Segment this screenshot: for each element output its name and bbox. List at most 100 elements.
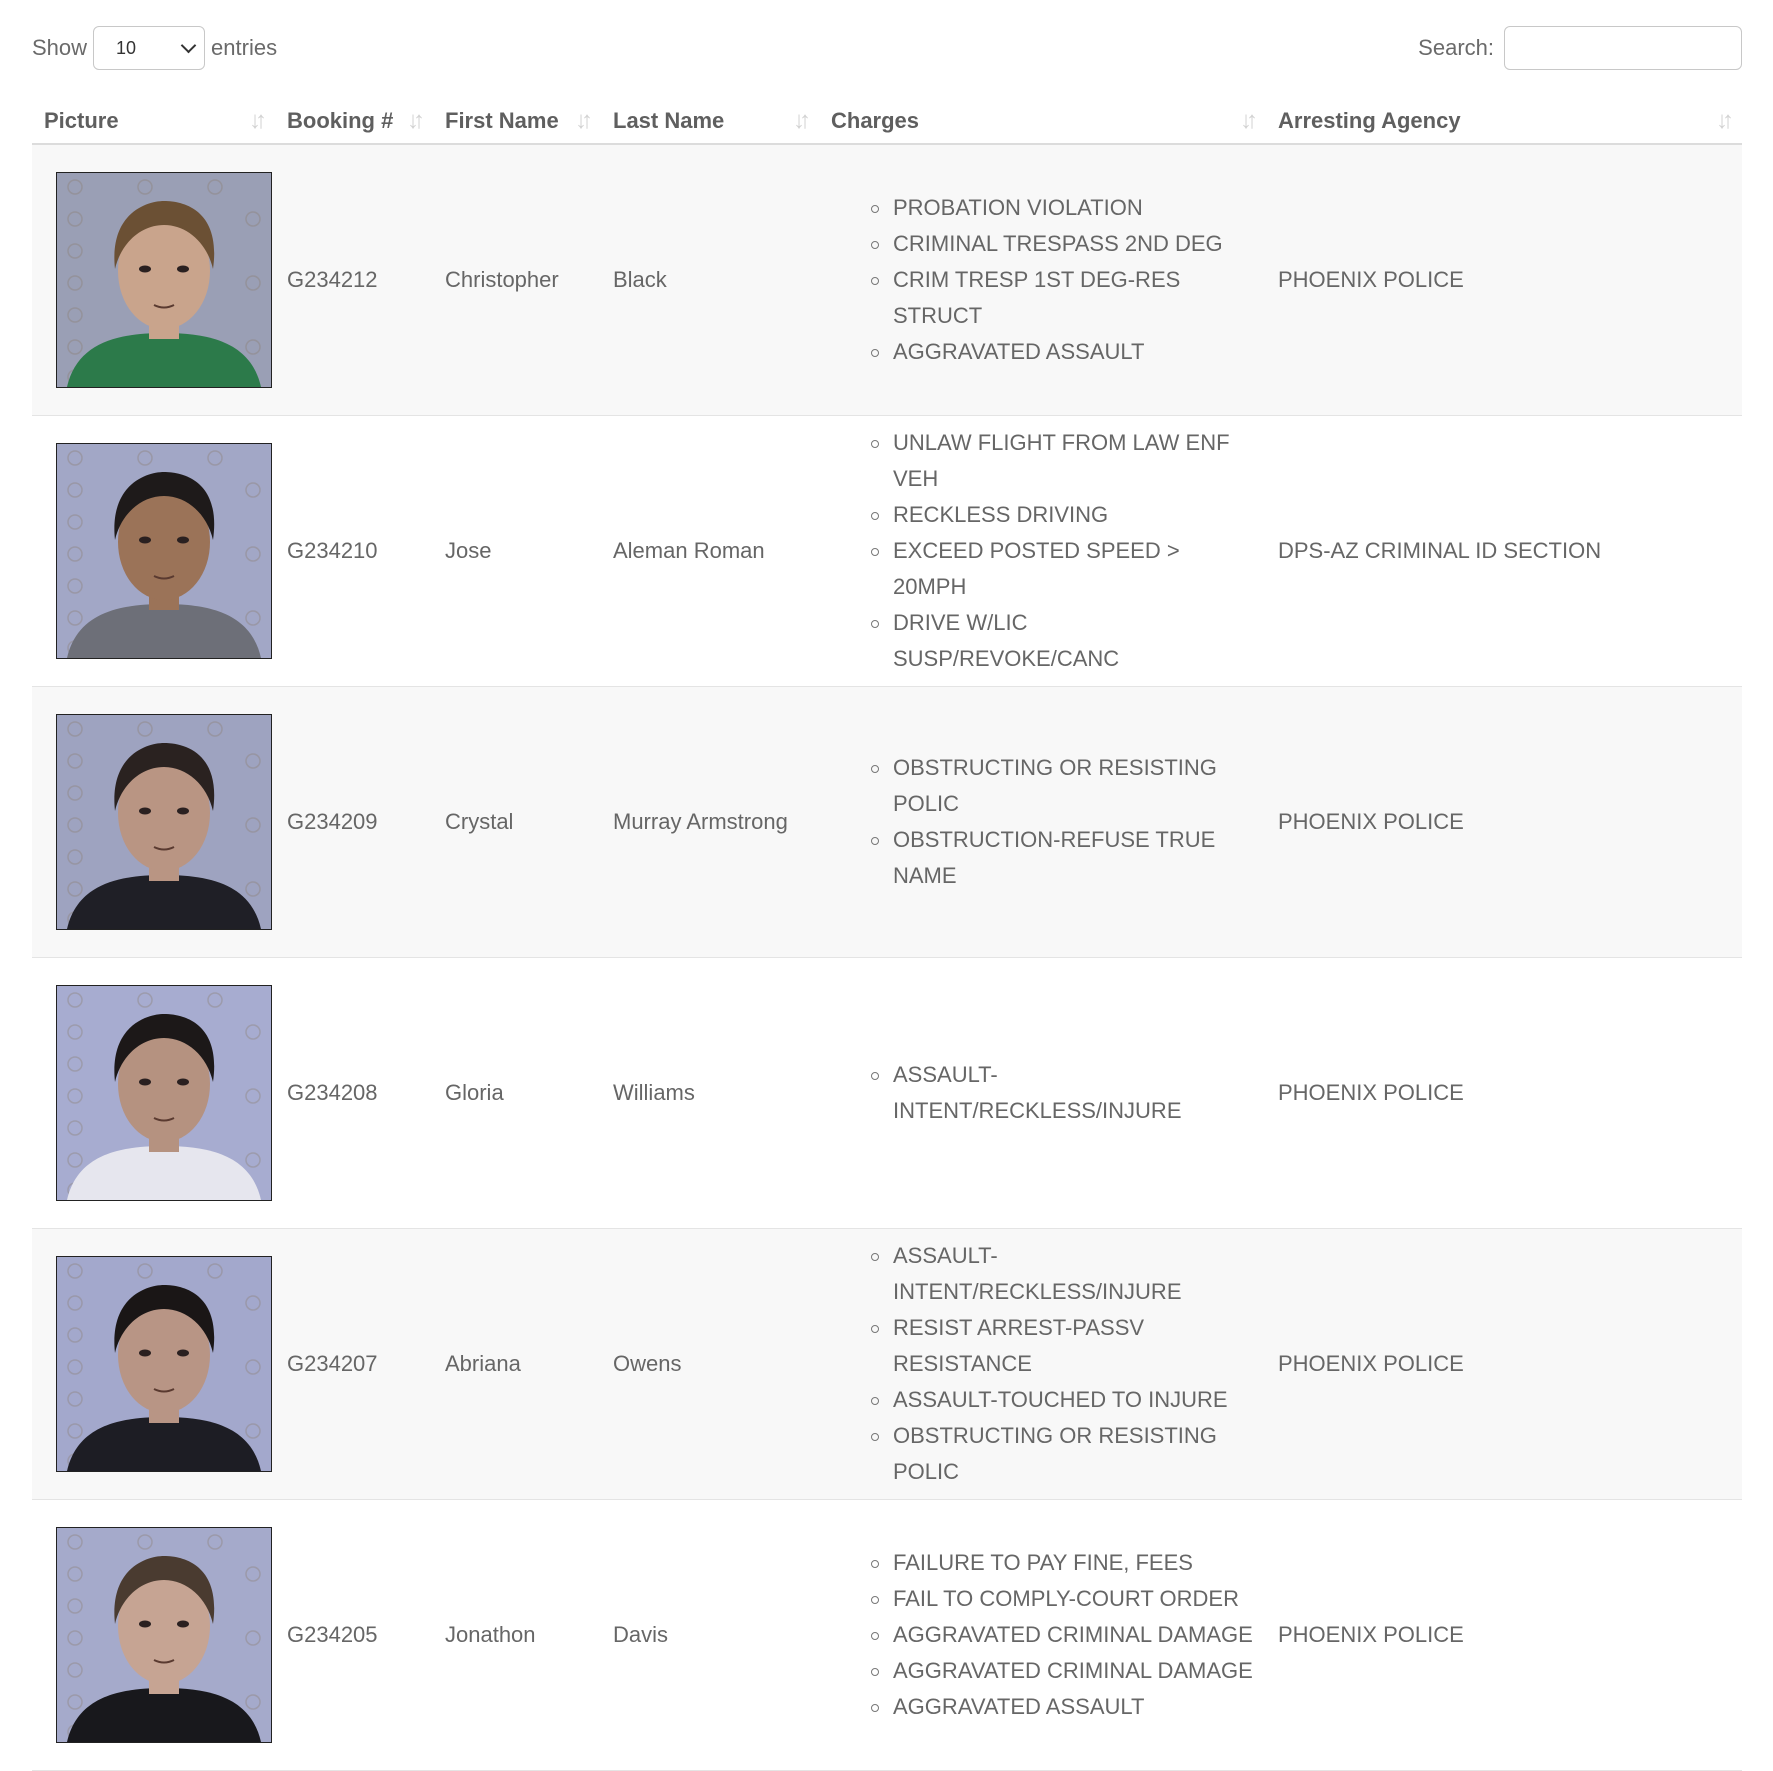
column-header-first-name[interactable]: First Name ↓↑ [433, 98, 601, 145]
arresting-agency-cell: PHOENIX POLICE [1278, 808, 1464, 834]
charge-item: CRIM TRESP 1ST DEG-RES STRUCT [871, 262, 1254, 334]
last-name-cell: Davis [613, 1621, 669, 1647]
mugshot-image[interactable] [56, 171, 272, 388]
table-body: G234212 Christopher Black PROBATION VIOLATI… [32, 144, 1742, 1770]
column-header-label: Booking # [287, 107, 394, 133]
sort-icon: ↓↑ [1716, 106, 1734, 134]
charge-item: FAIL TO COMPLY-COURT ORDER [871, 1581, 1254, 1617]
charges-cell: FAILURE TO PAY FINE, FEES FAIL TO COMPLY-… [819, 1499, 1266, 1770]
charges-list: FAILURE TO PAY FINE, FEES FAIL TO COMPLY-… [831, 1545, 1254, 1725]
picture-cell [32, 957, 275, 1228]
charges-list: ASSAULT-INTENT/RECKLESS/INJURE [831, 1057, 1254, 1129]
charge-item: EXCEED POSTED SPEED > 20MPH [871, 533, 1254, 605]
arresting-agency-cell: PHOENIX POLICE [1278, 266, 1464, 292]
sort-icon: ↓↑ [1240, 106, 1258, 134]
mugshot-image[interactable] [56, 442, 272, 659]
mugshot-image[interactable] [56, 984, 272, 1201]
charge-item: CRIMINAL TRESPASS 2ND DEG [871, 226, 1254, 262]
column-header-label: Picture [44, 107, 119, 133]
entries-label: entries [211, 35, 278, 60]
table-row: G234205 Jonathon Davis FAILURE TO PAY FINE,… [32, 1499, 1742, 1770]
entries-length-control: Show 10 entries [32, 26, 277, 70]
table-row: G234207 Abriana Owens ASSAULT-INTENT/RECKLE… [32, 1228, 1742, 1499]
column-header-last-name[interactable]: Last Name ↓↑ [601, 98, 819, 145]
charges-cell: UNLAW FLIGHT FROM LAW ENF VEH RECKLESS DR… [819, 415, 1266, 686]
column-header-label: First Name [445, 107, 559, 133]
column-header-label: Arresting Agency [1278, 107, 1461, 133]
picture-cell [32, 686, 275, 957]
first-name-cell: Jonathon [445, 1621, 536, 1647]
first-name-cell: Crystal [445, 808, 514, 834]
arresting-agency-cell: DPS-AZ CRIMINAL ID SECTION [1278, 537, 1602, 563]
mugshot-image[interactable] [56, 1255, 272, 1472]
search-input[interactable] [1504, 26, 1742, 70]
charge-item: ASSAULT-TOUCHED TO INJURE [871, 1382, 1254, 1418]
datatable-wrapper: Show 10 entries Search: Picture ↓↑ Bookin… [32, 0, 1742, 1771]
charges-list: OBSTRUCTING OR RESISTING POLIC OBSTRUCTIO… [831, 750, 1254, 894]
search-control: Search: [1418, 26, 1742, 70]
charges-list: UNLAW FLIGHT FROM LAW ENF VEH RECKLESS DR… [831, 425, 1254, 677]
last-name-cell: Black [613, 266, 667, 292]
charges-cell: PROBATION VIOLATION CRIMINAL TRESPASS 2ND… [819, 144, 1266, 415]
picture-cell [32, 144, 275, 415]
first-name-cell: Abriana [445, 1350, 521, 1376]
table-row: G234212 Christopher Black PROBATION VIOLATI… [32, 144, 1742, 415]
charges-cell: ASSAULT-INTENT/RECKLESS/INJURE RESIST ARR… [819, 1228, 1266, 1499]
sort-icon: ↓↑ [793, 106, 811, 134]
column-header-label: Last Name [613, 107, 725, 133]
charges-list: PROBATION VIOLATION CRIMINAL TRESPASS 2ND… [831, 190, 1254, 370]
first-name-cell: Jose [445, 537, 492, 563]
charge-item: AGGRAVATED ASSAULT [871, 1689, 1254, 1725]
column-header-label: Charges [831, 107, 920, 133]
booking-number-cell: G234212 [287, 266, 378, 292]
charge-item: DRIVE W/LIC SUSP/REVOKE/CANC [871, 605, 1254, 677]
column-header-picture[interactable]: Picture ↓↑ [32, 98, 275, 145]
last-name-cell: Murray Armstrong [613, 808, 788, 834]
mugshot-image[interactable] [56, 1526, 272, 1743]
charge-item: OBSTRUCTING OR RESISTING POLIC [871, 1418, 1254, 1490]
charge-item: PROBATION VIOLATION [871, 190, 1254, 226]
charge-item: OBSTRUCTING OR RESISTING POLIC [871, 750, 1254, 822]
booking-number-cell: G234210 [287, 537, 378, 563]
charges-cell: ASSAULT-INTENT/RECKLESS/INJURE [819, 957, 1266, 1228]
last-name-cell: Owens [613, 1350, 682, 1376]
sort-icon: ↓↑ [249, 106, 267, 134]
booking-number-cell: G234207 [287, 1350, 378, 1376]
table-row: G234210 Jose Aleman Roman UNLAW FLIGHT FROM… [32, 415, 1742, 686]
booking-number-cell: G234209 [287, 808, 378, 834]
picture-cell [32, 1499, 275, 1770]
column-header-charges[interactable]: Charges ↓↑ [819, 98, 1266, 145]
arresting-agency-cell: PHOENIX POLICE [1278, 1350, 1464, 1376]
search-label: Search: [1418, 35, 1494, 60]
charge-item: FAILURE TO PAY FINE, FEES [871, 1545, 1254, 1581]
last-name-cell: Williams [613, 1079, 695, 1105]
picture-cell [32, 415, 275, 686]
charge-item: OBSTRUCTION-REFUSE TRUE NAME [871, 822, 1254, 894]
show-label: Show [32, 35, 88, 60]
charge-item: RESIST ARREST-PASSV RESISTANCE [871, 1310, 1254, 1382]
charge-item: ASSAULT-INTENT/RECKLESS/INJURE [871, 1057, 1254, 1129]
booking-number-cell: G234208 [287, 1079, 378, 1105]
entries-select[interactable]: 10 [93, 26, 206, 70]
first-name-cell: Christopher [445, 266, 559, 292]
column-header-booking[interactable]: Booking # ↓↑ [275, 98, 433, 145]
table-header-row: Picture ↓↑ Booking # ↓↑ First Name ↓↑ Last … [32, 98, 1742, 145]
table-row: G234208 Gloria Williams ASSAULT-INTENT/RECK… [32, 957, 1742, 1228]
sort-icon: ↓↑ [407, 106, 425, 134]
charges-list: ASSAULT-INTENT/RECKLESS/INJURE RESIST ARR… [831, 1238, 1254, 1490]
arresting-agency-cell: PHOENIX POLICE [1278, 1621, 1464, 1647]
table-controls: Show 10 entries Search: [32, 0, 1742, 98]
charges-cell: OBSTRUCTING OR RESISTING POLIC OBSTRUCTIO… [819, 686, 1266, 957]
sort-icon: ↓↑ [575, 106, 593, 134]
charge-item: RECKLESS DRIVING [871, 497, 1254, 533]
arresting-agency-cell: PHOENIX POLICE [1278, 1079, 1464, 1105]
chevron-down-icon [180, 37, 197, 54]
column-header-arresting-agency[interactable]: Arresting Agency ↓↑ [1266, 98, 1742, 145]
first-name-cell: Gloria [445, 1079, 504, 1105]
entries-select-value: 10 [116, 37, 137, 58]
charge-item: AGGRAVATED CRIMINAL DAMAGE [871, 1653, 1254, 1689]
charge-item: AGGRAVATED CRIMINAL DAMAGE [871, 1617, 1254, 1653]
mugshot-image[interactable] [56, 713, 272, 930]
charge-item: ASSAULT-INTENT/RECKLESS/INJURE [871, 1238, 1254, 1310]
last-name-cell: Aleman Roman [613, 537, 765, 563]
